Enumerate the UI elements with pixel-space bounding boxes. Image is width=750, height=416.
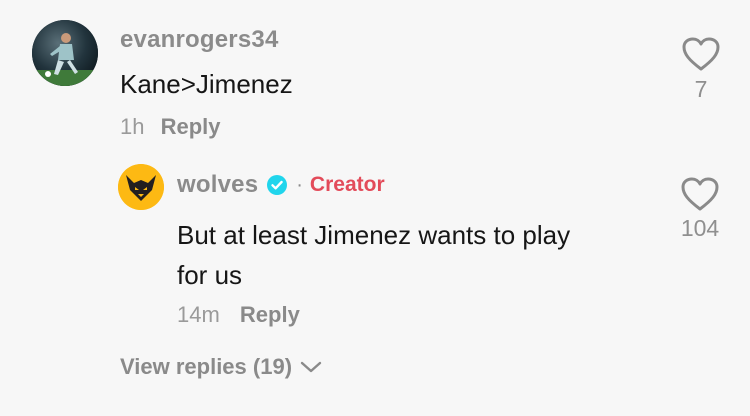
- heart-icon: [681, 177, 719, 211]
- heart-icon: [682, 37, 720, 71]
- comment-meta: 1h Reply: [120, 114, 221, 140]
- separator-dot: ·: [296, 173, 303, 196]
- creator-badge: Creator: [309, 173, 385, 196]
- verified-badge-icon: [266, 174, 288, 196]
- reply-text: But at least Jimenez wants to play for u…: [177, 215, 570, 295]
- chevron-down-icon: [300, 360, 322, 374]
- comment-reply-button[interactable]: Reply: [161, 114, 221, 139]
- view-replies-label: View replies (19): [120, 354, 293, 379]
- reply-header: wolves · Creator: [177, 171, 385, 199]
- reply-text-line: for us: [177, 260, 243, 290]
- wolves-avatar[interactable]: [118, 164, 164, 210]
- reply-time: 14m: [177, 302, 220, 327]
- wolves-logo-icon: [118, 164, 164, 210]
- view-replies-button[interactable]: View replies (19): [120, 354, 322, 380]
- comment-like-button[interactable]: [681, 36, 721, 72]
- commenter-avatar[interactable]: [32, 20, 98, 86]
- commenter-username[interactable]: evanrogers34: [120, 26, 279, 54]
- comment-text: Kane>Jimenez: [120, 69, 293, 99]
- reply-like-button[interactable]: [680, 176, 720, 212]
- reply-meta: 14m Reply: [177, 302, 300, 328]
- reply-username[interactable]: wolves: [177, 171, 258, 199]
- comment-time: 1h: [120, 114, 145, 139]
- reply-reply-button[interactable]: Reply: [240, 302, 300, 327]
- reply-text-line: But at least Jimenez wants to play: [177, 220, 571, 250]
- reply-like-count: 104: [680, 215, 720, 241]
- comment-like-count: 7: [694, 76, 708, 102]
